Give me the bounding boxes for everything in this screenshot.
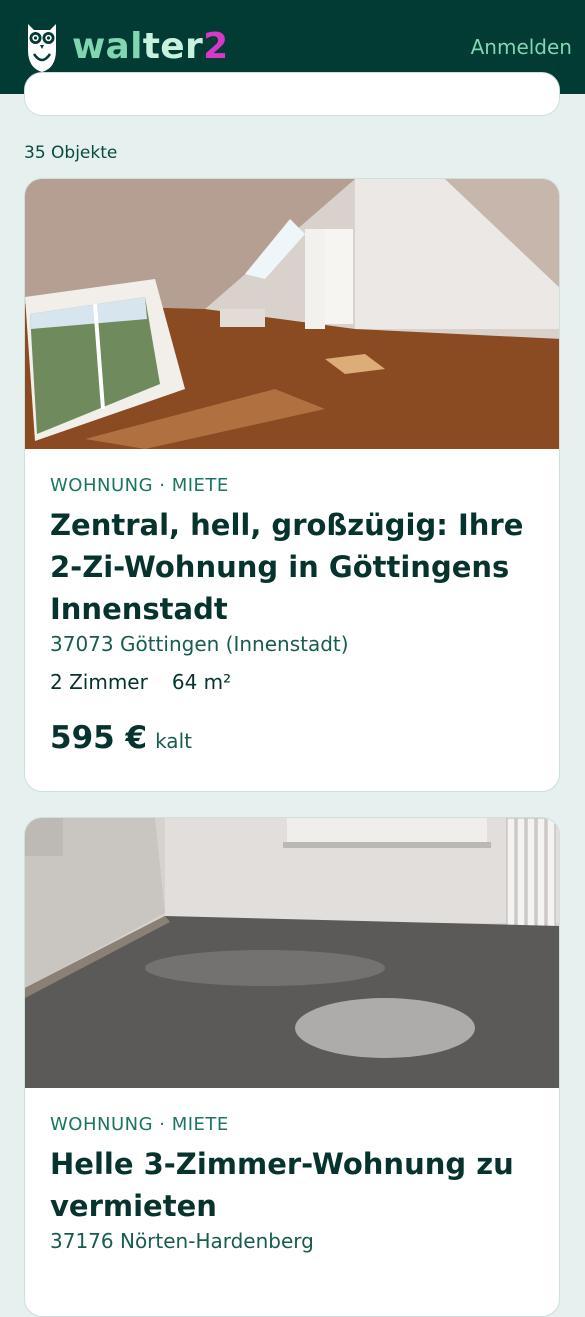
listing-title[interactable]: Zentral, hell, großzügig: Ihre 2-Zi-Wohn… (50, 504, 534, 630)
listing-price: 595 € kalt (50, 720, 534, 756)
listing-title[interactable]: Helle 3-Zimmer-Wohnung zu vermieten (50, 1143, 534, 1227)
listing-address: 37073 Göttingen (Innenstadt) (50, 632, 349, 656)
wordmark-part-1: wal (72, 26, 143, 67)
listing-facts: 2 Zimmer 64 m² (50, 670, 534, 694)
login-button[interactable]: Anmelden (471, 35, 572, 59)
listing-rooms: 2 Zimmer (50, 670, 148, 694)
listing-photo (25, 818, 559, 1088)
listing-address: 37176 Nörten-Hardenberg (50, 1229, 314, 1253)
listing-category: WOHNUNG · MIETE (50, 475, 229, 496)
listing-area: 64 m² (171, 670, 232, 694)
listing-card[interactable]: WOHNUNG · MIETE Helle 3-Zimmer-Wohnung z… (24, 817, 560, 1317)
owl-logo-icon (28, 24, 56, 72)
filter-card[interactable] (24, 72, 560, 116)
price-unit: kalt (155, 729, 192, 753)
wordmark-part-3: 2 (203, 26, 229, 67)
results-count: 35 Objekte (24, 143, 118, 163)
listing-card[interactable]: WOHNUNG · MIETE Zentral, hell, großzügig… (24, 178, 560, 792)
wordmark: walter2 (72, 29, 228, 65)
brand-logo[interactable]: walter2 (24, 20, 228, 74)
listing-photo (25, 179, 559, 449)
wordmark-part-2: ter (142, 26, 204, 67)
listing-category: WOHNUNG · MIETE (50, 1114, 229, 1135)
price-value: 595 € (50, 720, 148, 756)
